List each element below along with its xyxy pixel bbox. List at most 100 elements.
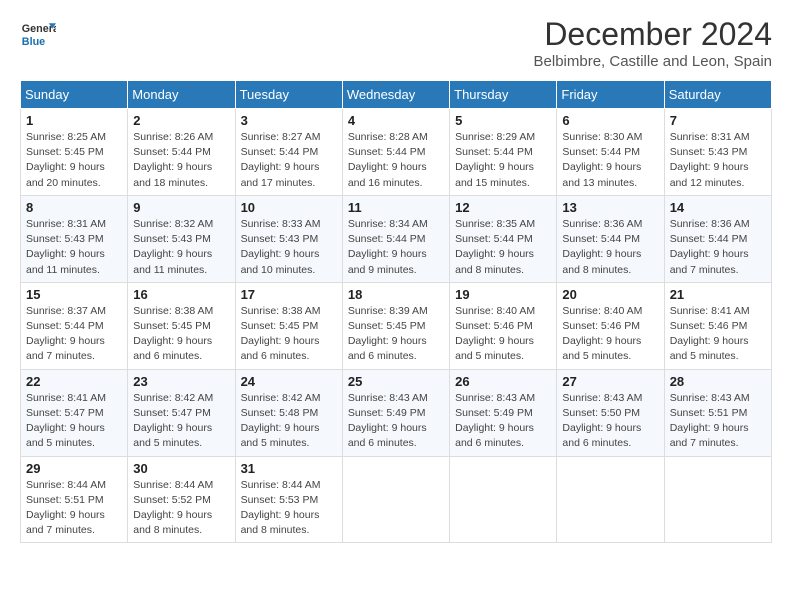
calendar-header-saturday: Saturday [664, 81, 771, 109]
day-info: Sunrise: 8:40 AM Sunset: 5:46 PM Dayligh… [455, 304, 551, 365]
sunset-text: Sunset: 5:44 PM [348, 146, 426, 158]
calendar-cell: 28 Sunrise: 8:43 AM Sunset: 5:51 PM Dayl… [664, 369, 771, 456]
calendar-cell: 6 Sunrise: 8:30 AM Sunset: 5:44 PM Dayli… [557, 109, 664, 196]
day-number: 28 [670, 374, 766, 389]
calendar-cell: 7 Sunrise: 8:31 AM Sunset: 5:43 PM Dayli… [664, 109, 771, 196]
page-header: General Blue December 2024 Belbimbre, Ca… [20, 16, 772, 70]
sunrise-text: Sunrise: 8:41 AM [670, 305, 750, 317]
calendar-cell: 3 Sunrise: 8:27 AM Sunset: 5:44 PM Dayli… [235, 109, 342, 196]
sunrise-text: Sunrise: 8:40 AM [562, 305, 642, 317]
daylight-text: Daylight: 9 hours and 5 minutes. [455, 335, 534, 362]
sunset-text: Sunset: 5:44 PM [133, 146, 211, 158]
sunrise-text: Sunrise: 8:29 AM [455, 131, 535, 143]
sunrise-text: Sunrise: 8:34 AM [348, 218, 428, 230]
sunrise-text: Sunrise: 8:43 AM [455, 392, 535, 404]
sunrise-text: Sunrise: 8:44 AM [241, 479, 321, 491]
calendar-header-sunday: Sunday [21, 81, 128, 109]
daylight-text: Daylight: 9 hours and 6 minutes. [133, 335, 212, 362]
calendar-cell: 20 Sunrise: 8:40 AM Sunset: 5:46 PM Dayl… [557, 282, 664, 369]
title-area: December 2024 Belbimbre, Castille and Le… [534, 16, 772, 70]
calendar-cell: 25 Sunrise: 8:43 AM Sunset: 5:49 PM Dayl… [342, 369, 449, 456]
sunrise-text: Sunrise: 8:30 AM [562, 131, 642, 143]
sunset-text: Sunset: 5:43 PM [241, 233, 319, 245]
daylight-text: Daylight: 9 hours and 17 minutes. [241, 161, 320, 188]
sunrise-text: Sunrise: 8:42 AM [133, 392, 213, 404]
day-number: 18 [348, 287, 444, 302]
calendar-header-monday: Monday [128, 81, 235, 109]
daylight-text: Daylight: 9 hours and 6 minutes. [348, 422, 427, 449]
calendar-header-wednesday: Wednesday [342, 81, 449, 109]
day-number: 22 [26, 374, 122, 389]
calendar-cell: 29 Sunrise: 8:44 AM Sunset: 5:51 PM Dayl… [21, 456, 128, 543]
calendar-cell: 27 Sunrise: 8:43 AM Sunset: 5:50 PM Dayl… [557, 369, 664, 456]
sunrise-text: Sunrise: 8:37 AM [26, 305, 106, 317]
sunrise-text: Sunrise: 8:31 AM [670, 131, 750, 143]
day-number: 25 [348, 374, 444, 389]
calendar-cell: 1 Sunrise: 8:25 AM Sunset: 5:45 PM Dayli… [21, 109, 128, 196]
day-number: 30 [133, 461, 229, 476]
day-number: 27 [562, 374, 658, 389]
day-info: Sunrise: 8:41 AM Sunset: 5:47 PM Dayligh… [26, 391, 122, 452]
sunset-text: Sunset: 5:45 PM [26, 146, 104, 158]
sunset-text: Sunset: 5:47 PM [26, 407, 104, 419]
day-number: 14 [670, 200, 766, 215]
sunrise-text: Sunrise: 8:25 AM [26, 131, 106, 143]
daylight-text: Daylight: 9 hours and 16 minutes. [348, 161, 427, 188]
sunrise-text: Sunrise: 8:31 AM [26, 218, 106, 230]
day-info: Sunrise: 8:44 AM Sunset: 5:51 PM Dayligh… [26, 478, 122, 539]
sunrise-text: Sunrise: 8:38 AM [133, 305, 213, 317]
day-number: 11 [348, 200, 444, 215]
calendar-cell: 18 Sunrise: 8:39 AM Sunset: 5:45 PM Dayl… [342, 282, 449, 369]
day-info: Sunrise: 8:28 AM Sunset: 5:44 PM Dayligh… [348, 130, 444, 191]
sunset-text: Sunset: 5:44 PM [348, 233, 426, 245]
day-number: 15 [26, 287, 122, 302]
sunset-text: Sunset: 5:44 PM [455, 233, 533, 245]
daylight-text: Daylight: 9 hours and 15 minutes. [455, 161, 534, 188]
day-info: Sunrise: 8:26 AM Sunset: 5:44 PM Dayligh… [133, 130, 229, 191]
day-number: 24 [241, 374, 337, 389]
daylight-text: Daylight: 9 hours and 11 minutes. [26, 248, 105, 275]
sunset-text: Sunset: 5:44 PM [241, 146, 319, 158]
day-info: Sunrise: 8:34 AM Sunset: 5:44 PM Dayligh… [348, 217, 444, 278]
sunset-text: Sunset: 5:43 PM [670, 146, 748, 158]
calendar-cell: 13 Sunrise: 8:36 AM Sunset: 5:44 PM Dayl… [557, 195, 664, 282]
sunset-text: Sunset: 5:45 PM [133, 320, 211, 332]
day-number: 8 [26, 200, 122, 215]
sunset-text: Sunset: 5:47 PM [133, 407, 211, 419]
calendar-cell [664, 456, 771, 543]
day-number: 16 [133, 287, 229, 302]
calendar-table: SundayMondayTuesdayWednesdayThursdayFrid… [20, 80, 772, 543]
day-number: 19 [455, 287, 551, 302]
sunrise-text: Sunrise: 8:36 AM [670, 218, 750, 230]
day-number: 5 [455, 113, 551, 128]
day-info: Sunrise: 8:43 AM Sunset: 5:50 PM Dayligh… [562, 391, 658, 452]
calendar-header-tuesday: Tuesday [235, 81, 342, 109]
day-info: Sunrise: 8:42 AM Sunset: 5:47 PM Dayligh… [133, 391, 229, 452]
daylight-text: Daylight: 9 hours and 6 minutes. [562, 422, 641, 449]
sunrise-text: Sunrise: 8:44 AM [133, 479, 213, 491]
day-number: 3 [241, 113, 337, 128]
sunset-text: Sunset: 5:44 PM [455, 146, 533, 158]
calendar-cell: 10 Sunrise: 8:33 AM Sunset: 5:43 PM Dayl… [235, 195, 342, 282]
day-info: Sunrise: 8:36 AM Sunset: 5:44 PM Dayligh… [670, 217, 766, 278]
day-number: 23 [133, 374, 229, 389]
daylight-text: Daylight: 9 hours and 7 minutes. [670, 248, 749, 275]
day-info: Sunrise: 8:39 AM Sunset: 5:45 PM Dayligh… [348, 304, 444, 365]
calendar-cell: 24 Sunrise: 8:42 AM Sunset: 5:48 PM Dayl… [235, 369, 342, 456]
calendar-cell: 30 Sunrise: 8:44 AM Sunset: 5:52 PM Dayl… [128, 456, 235, 543]
sunrise-text: Sunrise: 8:26 AM [133, 131, 213, 143]
daylight-text: Daylight: 9 hours and 8 minutes. [241, 509, 320, 536]
day-number: 21 [670, 287, 766, 302]
sunset-text: Sunset: 5:49 PM [455, 407, 533, 419]
calendar-week-2: 8 Sunrise: 8:31 AM Sunset: 5:43 PM Dayli… [21, 195, 772, 282]
day-info: Sunrise: 8:43 AM Sunset: 5:49 PM Dayligh… [348, 391, 444, 452]
day-info: Sunrise: 8:38 AM Sunset: 5:45 PM Dayligh… [133, 304, 229, 365]
sunset-text: Sunset: 5:43 PM [133, 233, 211, 245]
calendar-cell: 8 Sunrise: 8:31 AM Sunset: 5:43 PM Dayli… [21, 195, 128, 282]
day-number: 10 [241, 200, 337, 215]
daylight-text: Daylight: 9 hours and 6 minutes. [455, 422, 534, 449]
daylight-text: Daylight: 9 hours and 5 minutes. [241, 422, 320, 449]
day-info: Sunrise: 8:35 AM Sunset: 5:44 PM Dayligh… [455, 217, 551, 278]
day-number: 12 [455, 200, 551, 215]
sunset-text: Sunset: 5:52 PM [133, 494, 211, 506]
